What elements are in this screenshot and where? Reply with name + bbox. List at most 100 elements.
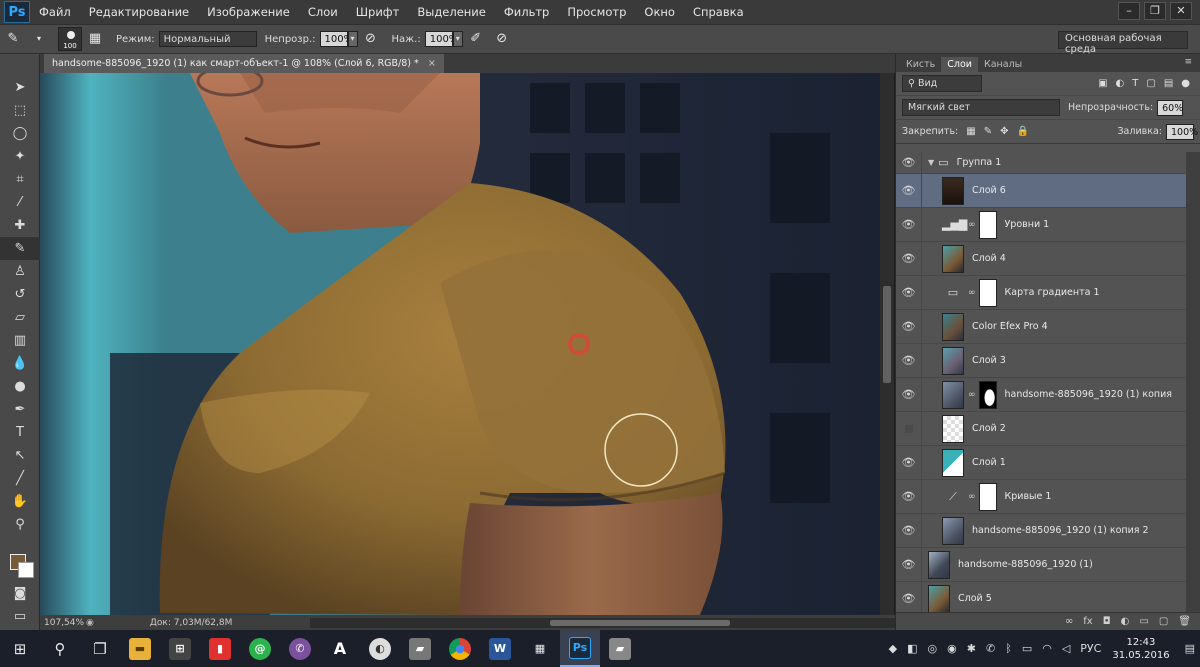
- menu-type[interactable]: Шрифт: [347, 5, 409, 19]
- notification-icon[interactable]: ▤: [1185, 642, 1195, 655]
- chrome-icon[interactable]: ●: [440, 630, 480, 667]
- tray-app-icon[interactable]: ✱: [967, 642, 976, 655]
- pressure-size-icon[interactable]: ⊘: [492, 29, 512, 49]
- chain-link-icon[interactable]: ∞: [968, 492, 976, 502]
- layer-row-layer-6[interactable]: 👁 Слой 6: [896, 173, 1186, 208]
- opacity-dropdown-icon[interactable]: ▾: [347, 31, 358, 47]
- app-icon[interactable]: ◐: [360, 630, 400, 667]
- tray-app-icon[interactable]: ◎: [928, 642, 938, 655]
- move-tool-icon[interactable]: ➤: [0, 76, 40, 99]
- visibility-eye-icon[interactable]: 👁: [896, 377, 922, 412]
- menu-image[interactable]: Изображение: [198, 5, 299, 19]
- chain-link-icon[interactable]: ∞: [968, 390, 976, 400]
- workspace-select[interactable]: Основная рабочая среда: [1058, 31, 1188, 55]
- layer-row-layer-1[interactable]: 👁 Слой 1: [896, 445, 1186, 480]
- brush-size-picker[interactable]: 100: [58, 27, 82, 51]
- menu-select[interactable]: Выделение: [408, 5, 495, 19]
- hand-tool-icon[interactable]: ✋: [0, 490, 40, 513]
- layer-mask-thumbnail[interactable]: [978, 482, 997, 511]
- zoom-tool-icon[interactable]: ⚲: [0, 513, 40, 536]
- photoshop-taskbar-icon[interactable]: Ps: [560, 630, 600, 667]
- visibility-eye-icon[interactable]: 👁: [896, 241, 922, 276]
- filter-smart-object-icon[interactable]: ▤: [1164, 78, 1173, 89]
- menu-file[interactable]: Файл: [30, 5, 80, 19]
- word-icon[interactable]: W: [480, 630, 520, 667]
- panel-menu-icon[interactable]: ≡: [1184, 57, 1192, 67]
- battery-icon[interactable]: ▭: [1022, 642, 1032, 655]
- new-group-icon[interactable]: ▭: [1139, 616, 1148, 627]
- zoom-level[interactable]: 107,54%: [40, 618, 84, 628]
- dodge-tool-icon[interactable]: ●: [0, 375, 40, 398]
- visibility-eye-icon[interactable]: 👁: [896, 547, 922, 582]
- pressure-opacity-icon[interactable]: ⊘: [361, 29, 381, 49]
- crop-tool-icon[interactable]: ⌗: [0, 168, 40, 191]
- quick-select-tool-icon[interactable]: ✦: [0, 145, 40, 168]
- opacity-input[interactable]: 100%: [319, 31, 353, 47]
- layer-opacity-input[interactable]: 60%: [1157, 99, 1183, 116]
- filter-pixel-icon[interactable]: ▣: [1098, 78, 1107, 89]
- app-icon[interactable]: ▮: [200, 630, 240, 667]
- layer-mask-thumbnail[interactable]: [978, 380, 997, 409]
- tab-brush[interactable]: Кисть: [900, 57, 941, 72]
- new-layer-icon[interactable]: ▢: [1159, 616, 1168, 627]
- healing-brush-tool-icon[interactable]: ✚: [0, 214, 40, 237]
- mail-ru-agent-icon[interactable]: @: [240, 630, 280, 667]
- font-app-icon[interactable]: A: [320, 630, 360, 667]
- marquee-tool-icon[interactable]: ⬚: [0, 99, 40, 122]
- tray-app-icon[interactable]: ◧: [907, 642, 917, 655]
- visibility-eye-icon[interactable]: 👁: [896, 309, 922, 344]
- flow-dropdown-icon[interactable]: ▾: [452, 31, 463, 47]
- minimize-button[interactable]: –: [1118, 2, 1140, 20]
- app-icon[interactable]: ▰: [600, 630, 640, 667]
- eyedropper-tool-icon[interactable]: ⁄: [0, 191, 40, 214]
- mode-select[interactable]: Нормальный: [158, 31, 257, 47]
- type-tool-icon[interactable]: T: [0, 421, 40, 444]
- pen-tool-icon[interactable]: ✒: [0, 398, 40, 421]
- brush-panel-toggle-icon[interactable]: ▦: [85, 29, 105, 49]
- layer-row-curves-1[interactable]: 👁 ⟋ ∞ Кривые 1: [896, 479, 1186, 514]
- visibility-eye-icon[interactable]: 👁: [896, 207, 922, 242]
- brush-tool-icon[interactable]: ✎: [0, 237, 40, 260]
- layers-scrollbar[interactable]: [1186, 152, 1200, 612]
- horizontal-scroll-thumb[interactable]: [550, 620, 730, 626]
- brush-tool-icon[interactable]: ✎: [3, 29, 23, 49]
- windows-start-icon[interactable]: ⊞: [0, 630, 40, 667]
- language-indicator[interactable]: РУС: [1080, 642, 1101, 655]
- airbrush-icon[interactable]: ✐: [466, 29, 486, 49]
- task-view-icon[interactable]: ❐: [80, 630, 120, 667]
- eraser-tool-icon[interactable]: ▱: [0, 306, 40, 329]
- layer-row-group-1[interactable]: 👁 ▼ ▭ Группа 1: [896, 151, 1186, 174]
- visibility-eye-icon[interactable]: 👁: [896, 173, 922, 208]
- chain-link-icon[interactable]: ∞: [968, 288, 976, 298]
- blur-tool-icon[interactable]: 💧: [0, 352, 40, 375]
- background-color-swatch[interactable]: [18, 562, 34, 578]
- layer-row-layer-3[interactable]: 👁 Слой 3: [896, 343, 1186, 378]
- close-button[interactable]: ✕: [1170, 2, 1192, 20]
- tray-app-icon[interactable]: ◉: [947, 642, 957, 655]
- tool-preset-arrow-icon[interactable]: ▾: [29, 29, 49, 49]
- volume-icon[interactable]: ◁: [1062, 642, 1070, 655]
- layer-row-color-efex[interactable]: 👁 Color Efex Pro 4: [896, 309, 1186, 344]
- canvas-horizontal-scrollbar[interactable]: [310, 618, 895, 628]
- visibility-eye-icon[interactable]: 👁: [896, 581, 922, 616]
- delete-layer-icon[interactable]: 🗑: [1178, 616, 1191, 627]
- visibility-eye-icon[interactable]: 👁: [896, 151, 922, 174]
- layer-row-gradient-map-1[interactable]: 👁 ▭ ∞ Карта градиента 1: [896, 275, 1186, 310]
- close-tab-icon[interactable]: ×: [428, 58, 436, 69]
- layer-style-icon[interactable]: fx: [1083, 616, 1092, 627]
- layer-row-handsome[interactable]: 👁 handsome-885096_1920 (1): [896, 547, 1186, 582]
- calculator-icon[interactable]: ▦: [520, 630, 560, 667]
- tray-app-icon[interactable]: ◆: [889, 642, 897, 655]
- quick-mask-icon[interactable]: ◙: [0, 582, 40, 605]
- menu-filter[interactable]: Фильтр: [495, 5, 559, 19]
- path-select-tool-icon[interactable]: ↖: [0, 444, 40, 467]
- network-icon[interactable]: ◠: [1042, 642, 1052, 655]
- lock-position-icon[interactable]: ✥: [1000, 126, 1008, 137]
- lock-transparency-icon[interactable]: ▦: [966, 126, 975, 137]
- history-brush-tool-icon[interactable]: ↺: [0, 283, 40, 306]
- menu-window[interactable]: Окно: [635, 5, 684, 19]
- filter-adjustment-icon[interactable]: ◐: [1116, 78, 1125, 89]
- tab-channels[interactable]: Каналы: [978, 57, 1028, 72]
- visibility-eye-icon[interactable]: 👁: [896, 479, 922, 514]
- tray-app-icon[interactable]: ✆: [986, 642, 995, 655]
